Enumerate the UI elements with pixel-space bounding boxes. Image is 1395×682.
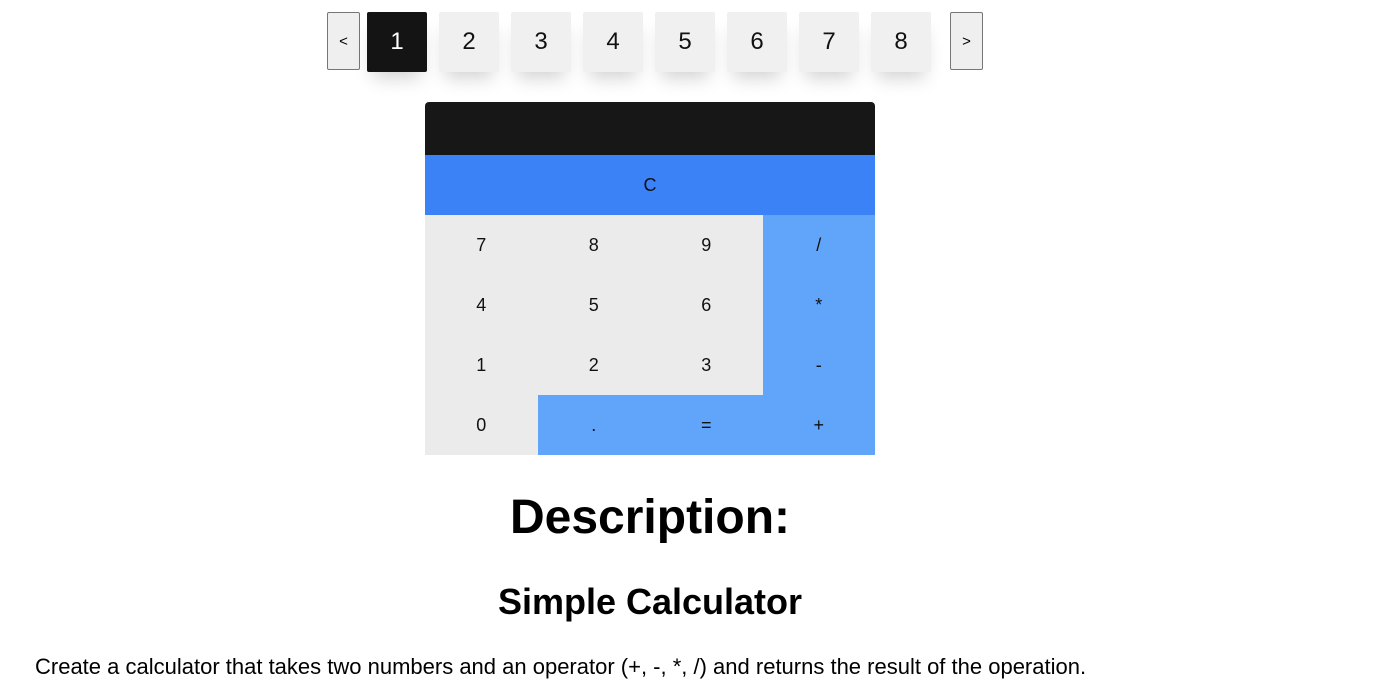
prev-page-button[interactable]: <: [327, 12, 360, 70]
page-button-4[interactable]: 4: [583, 12, 643, 72]
description-subtitle: Simple Calculator: [497, 581, 803, 622]
page-button-8[interactable]: 8: [871, 12, 931, 72]
description-text: Create a calculator that takes two numbe…: [35, 654, 1087, 679]
page-button-7[interactable]: 7: [799, 12, 859, 72]
key-add[interactable]: +: [762, 395, 875, 455]
key-equals[interactable]: =: [650, 395, 763, 455]
page-button-5[interactable]: 5: [655, 12, 715, 72]
key-2[interactable]: 2: [537, 335, 650, 395]
key-5[interactable]: 5: [537, 275, 650, 335]
page-button-3[interactable]: 3: [511, 12, 571, 72]
key-decimal[interactable]: .: [537, 395, 650, 455]
page-button-1[interactable]: 1: [367, 12, 427, 72]
calculator: C 7 8 9 / 4 5 6 * 1 2 3 - 0 . = +: [425, 102, 875, 455]
key-7[interactable]: 7: [425, 215, 538, 275]
clear-button[interactable]: C: [425, 155, 875, 215]
key-3[interactable]: 3: [650, 335, 763, 395]
page-button-6[interactable]: 6: [727, 12, 787, 72]
pagination: < 1 2 3 4 5 6 7 8 >: [327, 12, 983, 72]
next-page-button[interactable]: >: [950, 12, 983, 70]
key-subtract[interactable]: -: [762, 335, 875, 395]
key-divide[interactable]: /: [762, 215, 875, 275]
page-button-2[interactable]: 2: [439, 12, 499, 72]
key-8[interactable]: 8: [537, 215, 650, 275]
key-multiply[interactable]: *: [762, 275, 875, 335]
key-0[interactable]: 0: [425, 395, 538, 455]
calculator-keypad: 7 8 9 / 4 5 6 * 1 2 3 - 0 . = +: [425, 215, 875, 455]
key-9[interactable]: 9: [650, 215, 763, 275]
calculator-display: [425, 102, 875, 155]
page: < 1 2 3 4 5 6 7 8 > C 7 8 9 / 4 5 6 * 1 …: [0, 0, 1395, 682]
description-heading: Description:: [509, 491, 791, 544]
key-4[interactable]: 4: [425, 275, 538, 335]
key-6[interactable]: 6: [650, 275, 763, 335]
key-1[interactable]: 1: [425, 335, 538, 395]
